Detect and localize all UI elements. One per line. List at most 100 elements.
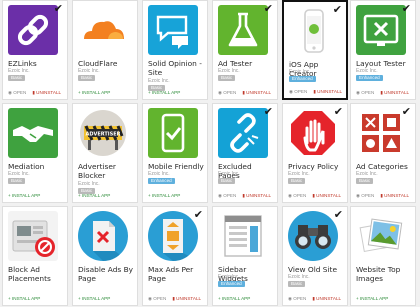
- installed-check-icon: ✔: [263, 2, 273, 15]
- installed-check-icon: ✔: [53, 2, 63, 15]
- app-card[interactable]: ADVERTISER Advertiser Blocker Ezoic Inc. B…: [72, 103, 138, 203]
- open-button[interactable]: ◉ OPEN: [8, 90, 26, 95]
- app-title: Solid Opinion - Site Comments: [148, 59, 202, 78]
- app-card[interactable]: ✔ Layout Tester Ezoic Inc. Enhanced ◉ OPEN ▮ …: [350, 0, 416, 100]
- layout-x-icon: [356, 5, 406, 55]
- uninstall-button[interactable]: ▮ UNINSTALL: [312, 296, 341, 301]
- app-tier-badge: Basic: [288, 177, 306, 184]
- app-card[interactable]: Solid Opinion - Site CommentsEzoic Inc.B…: [142, 0, 208, 100]
- handshake-icon: [8, 108, 58, 158]
- app-card[interactable]: Sidebar Widgets Ezoic Inc. Enhanced + INSTA…: [212, 206, 278, 306]
- uninstall-button[interactable]: ▮ UNINSTALL: [380, 193, 409, 198]
- app-card[interactable]: ✔ Ad Tester Ezoic Inc. Basic ◉ OPEN ▮ UNINSTA…: [212, 0, 278, 100]
- app-publisher: Ezoic Inc.: [8, 68, 30, 74]
- app-title: Ad Categories: [356, 162, 408, 171]
- flask-icon: [218, 5, 268, 55]
- app-title: Layout Tester: [356, 59, 406, 68]
- app-actions: + INSTALL APP: [78, 193, 110, 199]
- app-actions: + INSTALL APP: [218, 296, 250, 302]
- uninstall-button[interactable]: ▮ UNINSTALL: [380, 90, 409, 95]
- app-title: EZLinks: [8, 59, 37, 68]
- sidebar-widget-icon: [218, 211, 268, 261]
- app-grid: ✔ EZLinks Ezoic Inc. Basic ◉ OPEN ▮ UNINSTALL…: [0, 0, 420, 307]
- app-card[interactable]: CloudFlare Ezoic Inc. Basic + INSTALL APP: [72, 0, 138, 100]
- install-app-button[interactable]: + INSTALL APP: [218, 296, 250, 301]
- app-card[interactable]: ✔ View Old Site Ezoic Inc. Basic ◉ OPEN ▮ UNI…: [282, 206, 348, 306]
- phone-icon: [289, 6, 339, 56]
- app-card[interactable]: ✔ Max Ads Per Page ◉ OPEN ▮ UNINSTALL: [142, 206, 208, 306]
- install-app-button[interactable]: + INSTALL APP: [148, 90, 180, 95]
- link-icon: [8, 5, 58, 55]
- open-button[interactable]: ◉ OPEN: [218, 193, 236, 198]
- open-button[interactable]: ◉ OPEN: [356, 90, 374, 95]
- app-actions: ◉ OPEN ▮ UNINSTALL: [218, 90, 271, 96]
- photos-icon: [356, 211, 406, 261]
- install-app-button[interactable]: + INSTALL APP: [78, 90, 110, 95]
- app-title: Mediation: [8, 162, 45, 171]
- installed-check-icon: ✔: [332, 3, 342, 16]
- app-card[interactable]: ✔ Privacy Policy Ezoic Inc. Basic ◉ OPEN ▮ UN…: [282, 103, 348, 203]
- app-card[interactable]: Disable Ads By Page + INSTALL APP: [72, 206, 138, 306]
- stop-hand-icon: [288, 108, 338, 158]
- install-app-button[interactable]: + INSTALL APP: [148, 193, 180, 198]
- app-publisher: Ezoic Inc.: [8, 171, 30, 177]
- app-tier-badge: Enhanced: [356, 74, 383, 81]
- block-placement-icon: [8, 211, 58, 261]
- app-tier-badge: Basic: [218, 177, 236, 184]
- svg-text:ADVERTISER: ADVERTISER: [85, 131, 120, 137]
- app-card[interactable]: Block Ad Placements + INSTALL APP: [2, 206, 68, 306]
- uninstall-button[interactable]: ▮ UNINSTALL: [172, 296, 201, 301]
- app-tier-badge: Basic: [78, 74, 96, 81]
- open-button[interactable]: ◉ OPEN: [288, 296, 306, 301]
- uninstall-button[interactable]: ▮ UNINSTALL: [242, 90, 271, 95]
- install-app-button[interactable]: + INSTALL APP: [78, 193, 110, 198]
- categories-icon: [356, 108, 406, 158]
- install-app-button[interactable]: + INSTALL APP: [78, 296, 110, 301]
- app-actions: ◉ OPEN ▮ UNINSTALL: [356, 193, 409, 199]
- installed-check-icon: ✔: [333, 105, 343, 118]
- app-tier-badge: Enhanced: [218, 280, 245, 287]
- app-actions: + INSTALL APP: [78, 90, 110, 96]
- app-tier-badge: Basic: [8, 177, 26, 184]
- app-tier-badge: Basic: [356, 177, 374, 184]
- app-actions: ◉ OPEN ▮ UNINSTALL: [288, 193, 341, 199]
- app-publisher: Ezoic Inc.: [148, 171, 170, 177]
- comment-bubbles-icon: [148, 5, 198, 55]
- app-actions: + INSTALL APP: [356, 296, 388, 302]
- app-actions: ◉ OPEN ▮ UNINSTALL: [8, 90, 61, 96]
- uninstall-button[interactable]: ▮ UNINSTALL: [32, 90, 61, 95]
- app-card[interactable]: ✔ iOS App Creator Ezoic Inc. Enhanced ◉ OPEN…: [282, 0, 348, 100]
- app-card[interactable]: ✔ Ad Categories Ezoic Inc. Basic ◉ OPEN ▮ UNI…: [350, 103, 416, 203]
- open-button[interactable]: ◉ OPEN: [288, 193, 306, 198]
- app-card[interactable]: ✔ Excluded Pages Ezoic Inc. Basic ◉ OPEN ▮ UN…: [212, 103, 278, 203]
- open-button[interactable]: ◉ OPEN: [218, 90, 236, 95]
- app-card[interactable]: Website Top Images + INSTALL APP: [350, 206, 416, 306]
- installed-check-icon: ✔: [401, 2, 411, 15]
- app-publisher: Ezoic Inc.: [356, 68, 378, 74]
- disable-ads-icon: [78, 211, 128, 261]
- app-card[interactable]: ✔ EZLinks Ezoic Inc. Basic ◉ OPEN ▮ UNINSTALL: [2, 0, 68, 100]
- install-app-button[interactable]: + INSTALL APP: [8, 296, 40, 301]
- installed-check-icon: ✔: [401, 105, 411, 118]
- open-button[interactable]: ◉ OPEN: [356, 193, 374, 198]
- uninstall-button[interactable]: ▮ UNINSTALL: [313, 89, 342, 94]
- open-button[interactable]: ◉ OPEN: [148, 296, 166, 301]
- app-actions: ◉ OPEN ▮ UNINSTALL: [289, 89, 342, 95]
- install-app-button[interactable]: + INSTALL APP: [8, 193, 40, 198]
- uninstall-button[interactable]: ▮ UNINSTALL: [242, 193, 271, 198]
- uninstall-button[interactable]: ▮ UNINSTALL: [312, 193, 341, 198]
- app-actions: + INSTALL APP: [148, 90, 180, 96]
- app-card[interactable]: Mobile Friendly Ezoic Inc. Enhanced + INSTA…: [142, 103, 208, 203]
- open-button[interactable]: ◉ OPEN: [289, 89, 307, 94]
- app-tier-badge: Enhanced: [289, 75, 316, 82]
- install-app-button[interactable]: + INSTALL APP: [356, 296, 388, 301]
- app-card[interactable]: Mediation Ezoic Inc. Basic + INSTALL APP: [2, 103, 68, 203]
- app-publisher: Ezoic Inc.: [218, 274, 240, 280]
- app-actions: + INSTALL APP: [8, 193, 40, 199]
- app-title: Website Top Images: [356, 265, 401, 283]
- installed-check-icon: ✔: [193, 208, 203, 221]
- binoculars-icon: [288, 211, 338, 261]
- app-publisher: Ezoic Inc.: [78, 68, 100, 74]
- app-publisher: Ezoic Inc.: [288, 274, 310, 280]
- app-title: Max Ads Per Page: [148, 265, 194, 283]
